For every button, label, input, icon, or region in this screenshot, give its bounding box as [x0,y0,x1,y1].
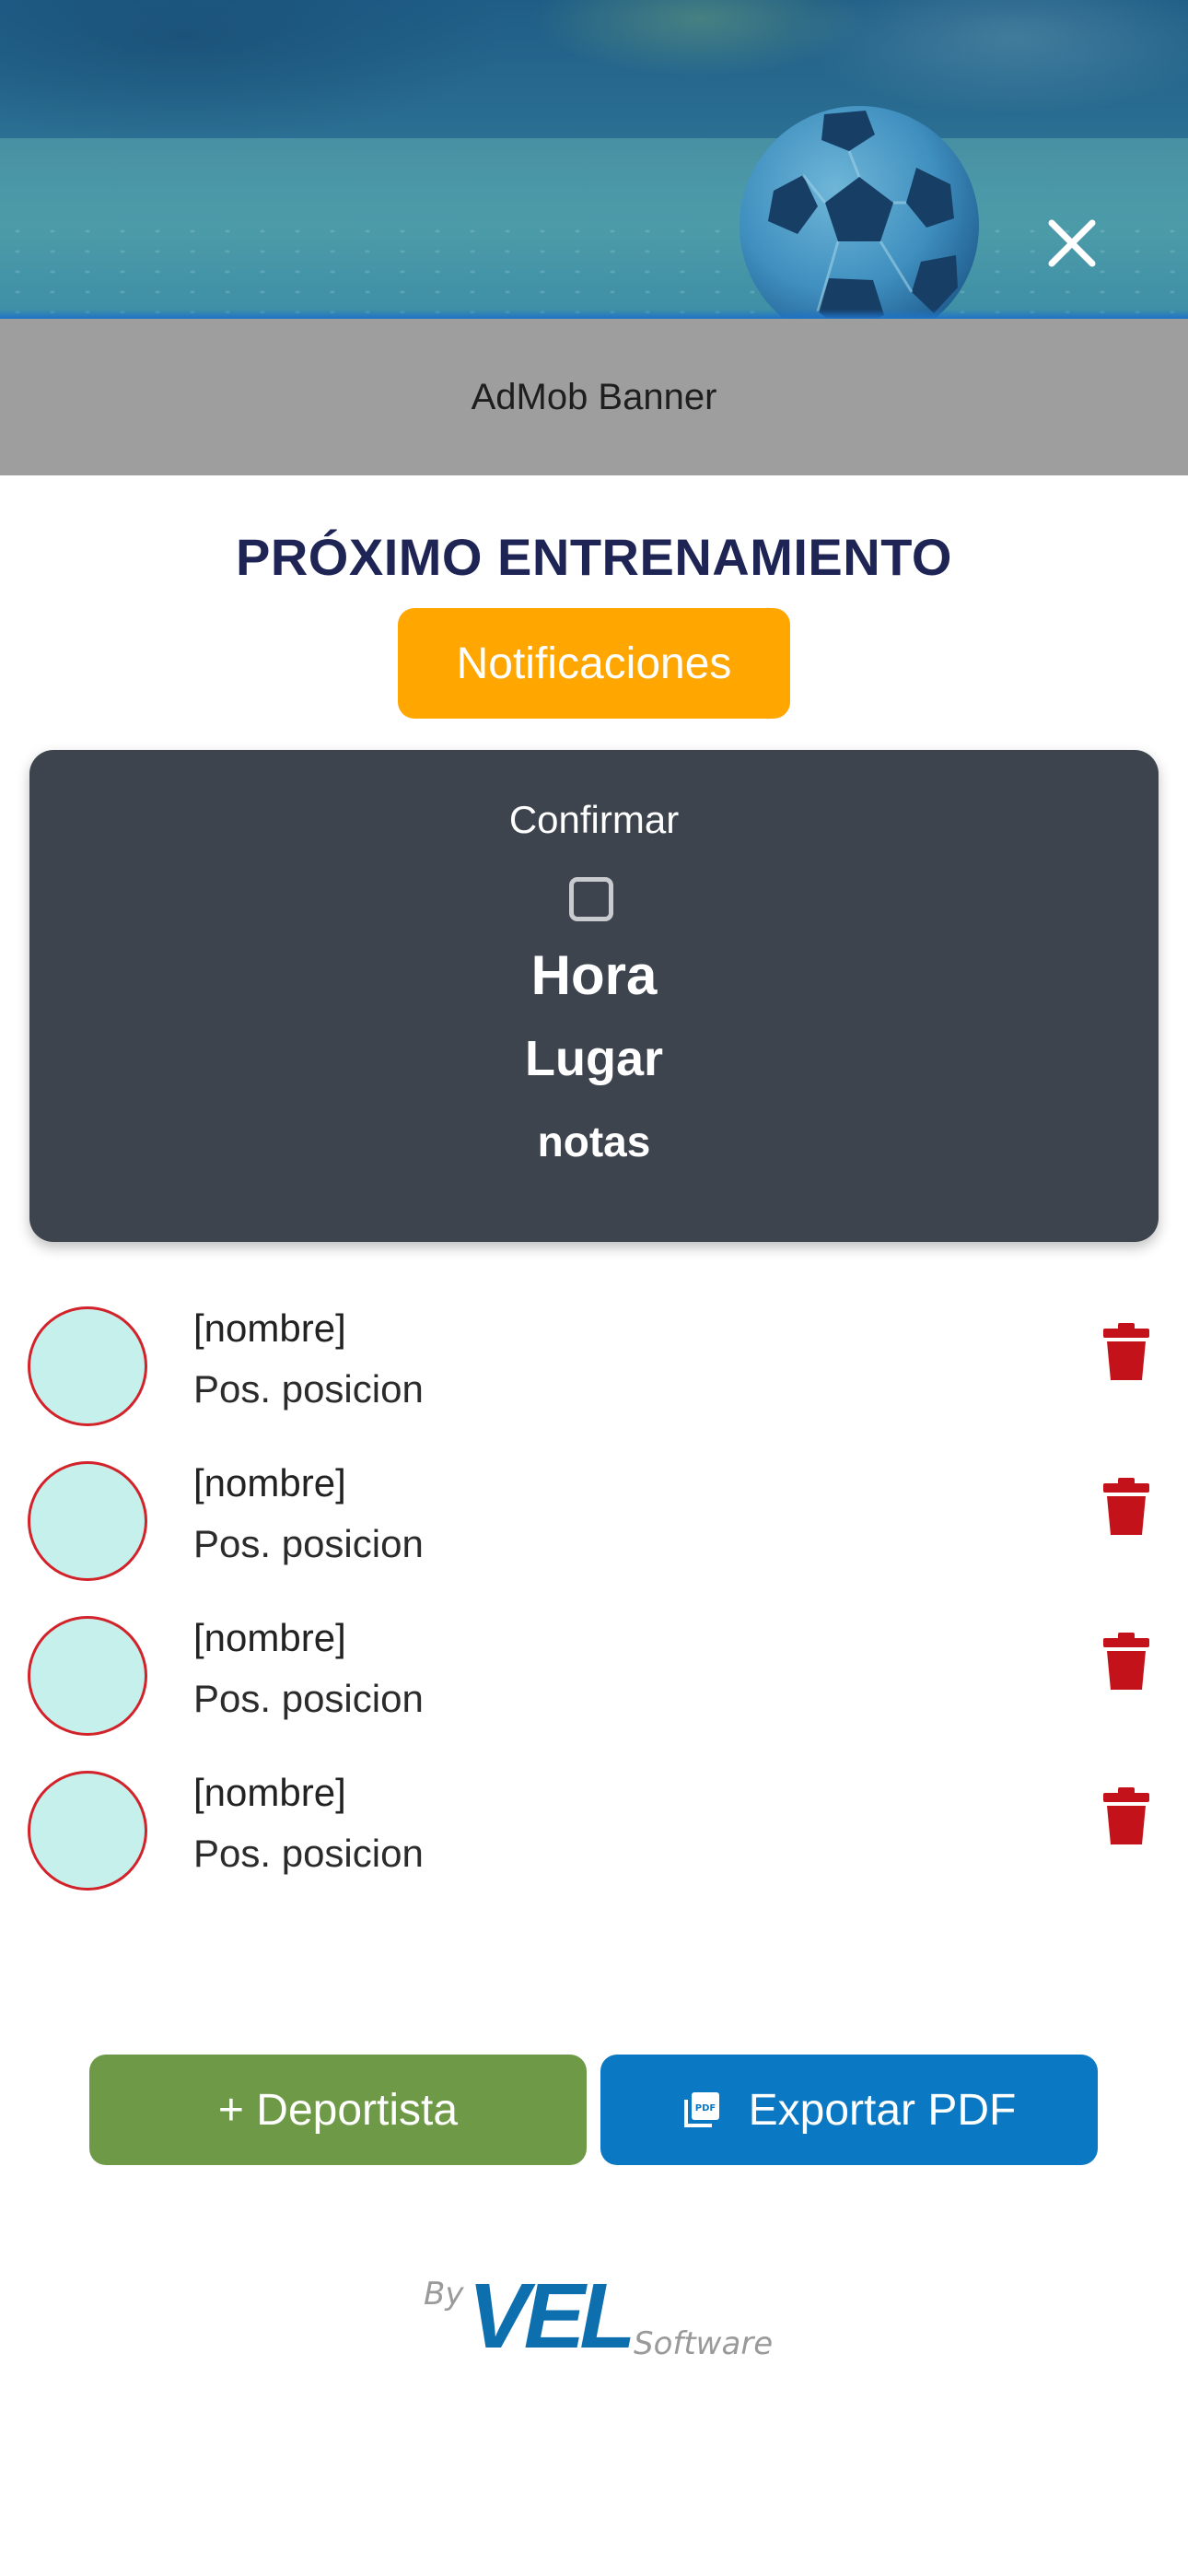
brand-vel: VEL [468,2265,636,2368]
brand-by: By [424,2276,464,2313]
player-name: [nombre] [193,1306,346,1350]
player-name: [nombre] [193,1461,346,1505]
close-icon [1048,219,1096,267]
player-list-item[interactable]: [nombre] Pos. posicion [0,1461,1188,1616]
grass-texture [0,221,1188,319]
trash-icon[interactable] [1101,1478,1151,1535]
admob-banner[interactable]: AdMob Banner [0,319,1188,475]
player-avatar [28,1771,147,1891]
header-bottom-edge [0,310,1188,319]
notifications-button[interactable]: Notificaciones [398,608,790,719]
add-athlete-button[interactable]: + Deportista [89,2055,587,2165]
training-card: Confirmar Hora Lugar notas [29,750,1159,1242]
player-position: Pos. posicion [193,1522,424,1565]
vel-software-logo: By VEL Software [424,2270,774,2381]
export-pdf-button[interactable]: PDF Exportar PDF [600,2055,1098,2165]
player-list-item[interactable]: [nombre] Pos. posicion [0,1306,1188,1461]
training-hora: Hora [530,944,658,1006]
player-avatar [28,1616,147,1736]
trash-icon[interactable] [1101,1787,1151,1844]
training-notas: notas [537,1118,651,1165]
player-name: [nombre] [193,1771,346,1814]
add-athlete-label: + Deportista [217,2085,459,2135]
trash-icon[interactable] [1101,1633,1151,1690]
export-pdf-label: Exportar PDF [748,2085,1017,2135]
header-image [0,0,1188,319]
svg-text:PDF: PDF [694,2103,715,2113]
player-position: Pos. posicion [193,1367,424,1411]
training-lugar: Lugar [524,1031,663,1086]
player-position: Pos. posicion [193,1832,424,1875]
player-avatar [28,1306,147,1426]
confirm-label: Confirmar [508,798,680,841]
close-button[interactable] [1042,214,1101,273]
page-title: PRÓXIMO ENTRENAMIENTO [236,528,952,586]
brand-software: Software [634,2325,774,2362]
trash-icon[interactable] [1101,1323,1151,1380]
player-name: [nombre] [193,1616,346,1659]
pdf-icon: PDF [683,2092,719,2127]
player-avatar [28,1461,147,1581]
player-list-item[interactable]: [nombre] Pos. posicion [0,1616,1188,1771]
player-position: Pos. posicion [193,1677,424,1720]
admob-label: AdMob Banner [471,376,717,417]
player-list-item[interactable]: [nombre] Pos. posicion [0,1771,1188,1926]
soccer-ball-image [740,106,979,319]
confirm-checkbox[interactable] [569,877,613,921]
